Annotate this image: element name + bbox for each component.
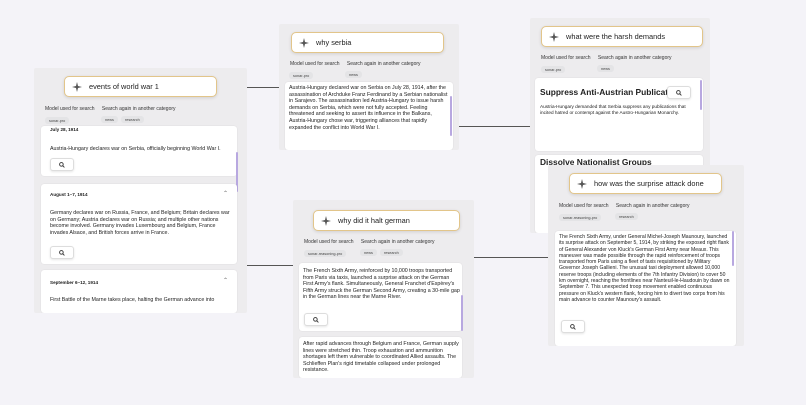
connector-line xyxy=(246,87,280,88)
search-query-pill[interactable]: how was the surprise attack done xyxy=(569,173,722,194)
model-tag: sonar-pro xyxy=(45,117,70,124)
connector-line xyxy=(458,126,531,127)
scrollbar[interactable] xyxy=(450,96,452,136)
model-label: Model used for search xyxy=(304,239,354,245)
sparkle-icon xyxy=(71,81,83,93)
sparkle-icon xyxy=(576,178,588,190)
category-tag-news[interactable]: news xyxy=(597,65,614,72)
answer-card: Austria-Hungary declared war on Serbia o… xyxy=(285,82,453,150)
query-text: why did it halt german xyxy=(338,216,410,225)
model-label: Model used for search xyxy=(45,106,95,112)
category-label: Search again in another category xyxy=(346,61,421,67)
search-icon xyxy=(313,316,319,323)
thread-panel-2: why serbia Model used for search Search … xyxy=(279,24,459,150)
query-text: how was the surprise attack done xyxy=(594,179,704,188)
model-tag: sonar-reasoning-pro xyxy=(304,250,347,257)
timeline-card: September 6–12, 1914 ⌃ First Battle of t… xyxy=(41,270,237,313)
answer-card: After rapid advances through Belgium and… xyxy=(299,337,462,378)
category-tag-news[interactable]: news xyxy=(345,71,362,78)
search-query-pill[interactable]: why did it halt german xyxy=(313,210,460,231)
category-tag-research[interactable]: research xyxy=(380,249,403,256)
category-label: Search again in another category xyxy=(615,203,690,209)
card-date: September 6–12, 1914 xyxy=(50,280,99,285)
category-label: Search again in another category xyxy=(360,239,435,245)
search-query-pill[interactable]: events of world war 1 xyxy=(64,76,217,97)
model-label: Model used for search xyxy=(541,55,591,61)
thread-panel-5: how was the surprise attack done Model u… xyxy=(548,165,744,346)
thread-panel-4: why did it halt german Model used for se… xyxy=(293,200,474,378)
chevron-up-icon[interactable]: ⌃ xyxy=(223,277,228,284)
model-tag: sonar-pro xyxy=(541,66,566,73)
search-button[interactable] xyxy=(561,320,585,333)
thread-panel-1: events of world war 1 Model used for sea… xyxy=(34,68,247,313)
answer-text: Austria-Hungary demanded that Serbia sup… xyxy=(540,104,686,115)
category-tag-news[interactable]: news xyxy=(101,116,118,123)
category-tag-research[interactable]: research xyxy=(121,116,144,123)
search-query-pill[interactable]: what were the harsh demands xyxy=(541,26,703,47)
connector-line xyxy=(246,265,294,266)
answer-card: Suppress Anti-Austrian Publications Aust… xyxy=(535,78,703,151)
search-button[interactable] xyxy=(304,313,328,326)
search-icon xyxy=(570,323,576,330)
search-button[interactable] xyxy=(50,246,74,259)
sparkle-icon xyxy=(548,31,560,43)
query-text: events of world war 1 xyxy=(89,82,159,91)
search-icon xyxy=(59,161,65,168)
answer-card: The French Sixth Army, reinforced by 10,… xyxy=(299,263,462,331)
scrollbar[interactable] xyxy=(732,231,734,266)
model-tag: sonar-pro xyxy=(289,72,314,79)
category-label: Search again in another category xyxy=(597,55,672,61)
scrollbar[interactable] xyxy=(461,295,463,331)
query-text: what were the harsh demands xyxy=(566,32,666,41)
sparkle-icon xyxy=(298,37,310,49)
answer-text: The French Sixth Army, under General Mic… xyxy=(559,234,730,303)
query-text: why serbia xyxy=(316,38,352,47)
card-date: July 28, 1914 xyxy=(50,127,79,132)
answer-text: After rapid advances through Belgium and… xyxy=(303,341,459,374)
search-button[interactable] xyxy=(667,86,691,99)
card-date: August 1–7, 1914 xyxy=(50,192,88,197)
model-tag: sonar-reasoning-pro xyxy=(559,214,602,221)
answer-text: The French Sixth Army, reinforced by 10,… xyxy=(303,268,460,301)
timeline-card: July 28, 1914 Austria-Hungary declares w… xyxy=(41,126,237,176)
card-text: Germany declares war on Russia, France, … xyxy=(50,210,230,236)
chevron-up-icon[interactable]: ⌃ xyxy=(223,190,228,197)
search-icon xyxy=(59,249,65,256)
search-button[interactable] xyxy=(50,158,74,171)
model-label: Model used for search xyxy=(559,203,609,209)
category-tag-news[interactable]: news xyxy=(360,249,377,256)
answer-card: The French Sixth Army, under General Mic… xyxy=(555,231,736,346)
card-text: First Battle of the Marne takes place, h… xyxy=(50,297,215,303)
scrollbar[interactable] xyxy=(700,80,702,110)
sparkle-icon xyxy=(320,215,332,227)
category-tag-research[interactable]: research xyxy=(615,213,638,220)
search-icon xyxy=(676,89,682,96)
model-label: Model used for search xyxy=(290,61,340,67)
category-label: Search again in another category xyxy=(101,106,176,112)
search-query-pill[interactable]: why serbia xyxy=(291,32,444,53)
timeline-card: August 1–7, 1914 ⌃ Germany declares war … xyxy=(41,184,237,264)
card-text: Austria-Hungary declares war on Serbia, … xyxy=(50,146,221,152)
answer-text: Austria-Hungary declared war on Serbia o… xyxy=(289,85,448,131)
